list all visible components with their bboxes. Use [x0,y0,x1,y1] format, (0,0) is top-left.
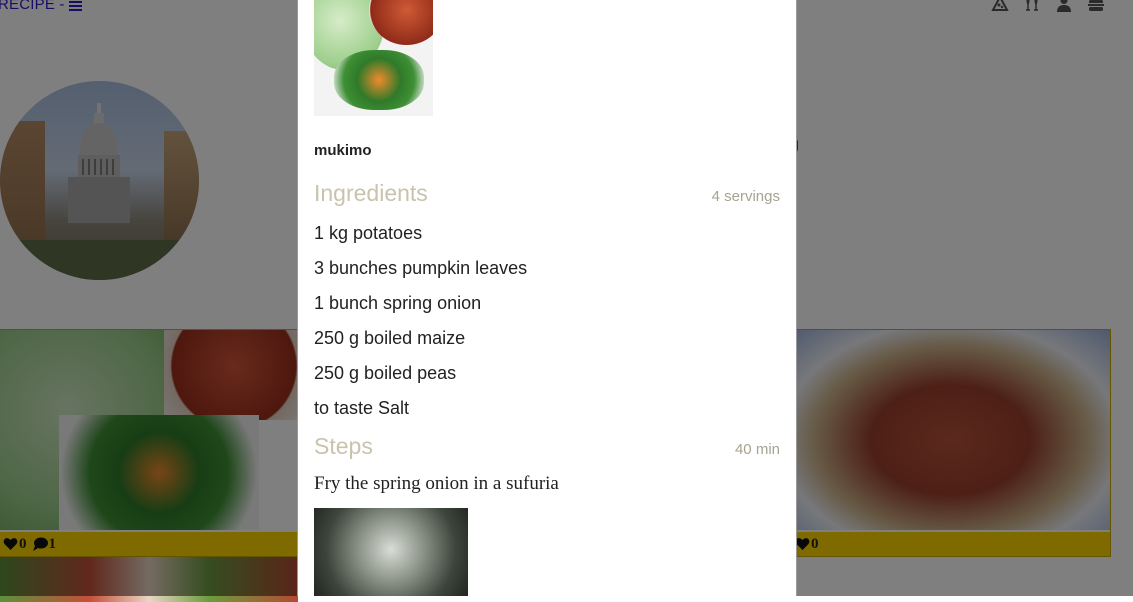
ingredient-item: 1 kg potatoes [314,223,423,243]
ingredient-item: 1 bunch spring onion [314,293,482,313]
ingredient-item: to taste Salt [314,398,410,418]
duration-label: 40 min [734,441,780,458]
recipe-image [314,0,433,116]
recipe-title: mukimo [314,142,372,159]
ingredient-item: 3 bunches pumpkin leaves [314,258,528,278]
step-text: Fry the spring onion in a sufuria [314,473,559,494]
ingredient-item: 250 g boiled peas [314,363,457,383]
steps-header: Steps 40 min [314,433,780,460]
ingredients-heading: Ingredients [314,180,428,206]
servings-label: 4 servings [711,188,780,205]
ingredient-item: 250 g boiled maize [314,328,466,348]
ingredient-list: 1 kg potatoes 3 bunches pumpkin leaves 1… [314,221,527,431]
recipe-modal: mukimo Ingredients 4 servings 1 kg potat… [297,0,797,596]
steps-heading: Steps [314,433,373,459]
step-image [314,508,468,596]
ingredients-header: Ingredients 4 servings [314,180,780,207]
